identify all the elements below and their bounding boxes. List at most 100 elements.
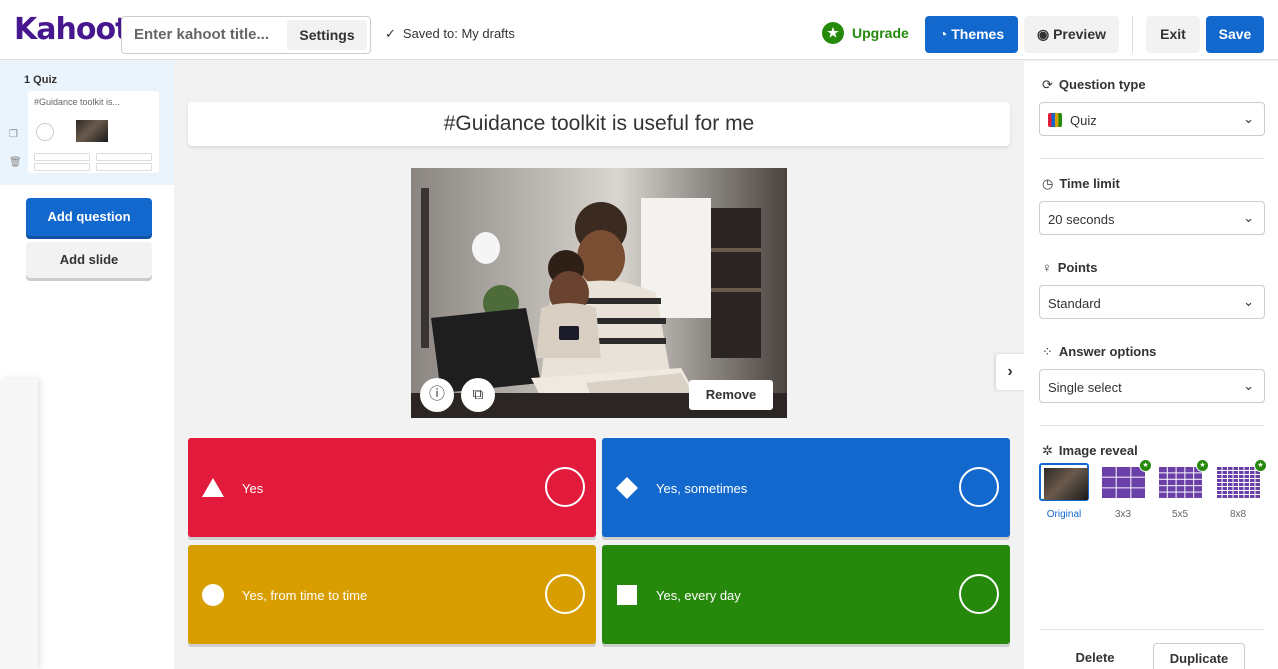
answer-2[interactable]: Yes, sometimes bbox=[602, 438, 1010, 537]
reveal-3x3[interactable]: ★ bbox=[1098, 459, 1152, 501]
points-value: Standard bbox=[1048, 296, 1101, 311]
question-type-icon: ⟳ bbox=[1042, 77, 1053, 92]
time-limit-select[interactable]: 20 seconds ⌄ bbox=[1039, 201, 1265, 235]
question-title-input[interactable]: #Guidance toolkit is useful for me bbox=[188, 102, 1010, 146]
answer-options-value: Single select bbox=[1048, 380, 1122, 395]
time-limit-label: Time limit bbox=[1059, 176, 1120, 191]
themes-button[interactable]: ◔ Themes bbox=[925, 16, 1018, 53]
settings-panel: ⟳ Question type Quiz ⌄ ◷ Time limit 20 sec… bbox=[1024, 61, 1278, 669]
reveal-thumb bbox=[1101, 466, 1145, 498]
header-divider bbox=[1132, 16, 1133, 53]
reveal-original[interactable] bbox=[1039, 463, 1089, 501]
crop-button[interactable]: ⧉ bbox=[461, 378, 495, 412]
circle-icon bbox=[202, 584, 224, 606]
quiz-icon bbox=[1048, 113, 1062, 127]
slide-item-1[interactable]: 1 Quiz ❐ 🗑 #Guidance toolkit is... bbox=[0, 61, 174, 185]
points-heading: ♀ Points bbox=[1042, 260, 1097, 275]
star-icon: ★ bbox=[822, 22, 844, 44]
eye-icon: ◉ bbox=[1036, 26, 1054, 42]
chevron-down-icon: ⌄ bbox=[1243, 210, 1254, 225]
top-bar: Kahoot! Enter kahoot title... Settings ✓… bbox=[0, 0, 1278, 60]
answer-text[interactable]: Yes, from time to time bbox=[242, 588, 367, 603]
answer-text[interactable]: Yes, every day bbox=[656, 588, 741, 603]
square-icon bbox=[617, 585, 637, 605]
thumb-image bbox=[76, 120, 108, 142]
triangle-icon bbox=[202, 478, 224, 497]
thumb-answer bbox=[96, 163, 152, 171]
collapse-panel-button[interactable]: › bbox=[996, 354, 1024, 390]
question-type-select[interactable]: Quiz ⌄ bbox=[1039, 102, 1265, 136]
thumb-title: #Guidance toolkit is... bbox=[34, 97, 121, 107]
answer-text[interactable]: Yes bbox=[242, 481, 263, 496]
thumb-answer bbox=[96, 153, 152, 161]
correct-answer-toggle[interactable] bbox=[545, 574, 585, 614]
answer-3[interactable]: Yes, from time to time bbox=[188, 545, 596, 644]
reveal-label: 3x3 bbox=[1114, 509, 1132, 520]
save-status: ✓ Saved to: My drafts bbox=[385, 26, 515, 42]
duplicate-slide-icon[interactable]: ❐ bbox=[9, 129, 18, 140]
slide-sidebar: 1 Quiz ❐ 🗑 #Guidance toolkit is... Add q… bbox=[0, 61, 174, 669]
title-input[interactable]: Enter kahoot title... bbox=[134, 26, 269, 43]
correct-answer-toggle[interactable] bbox=[545, 467, 585, 507]
check-icon: ✓ bbox=[385, 26, 396, 41]
exit-button[interactable]: Exit bbox=[1146, 16, 1200, 53]
section-divider bbox=[1039, 158, 1265, 159]
time-limit-value: 20 seconds bbox=[1048, 212, 1115, 227]
thumb-answer bbox=[34, 163, 90, 171]
save-status-text: Saved to: My drafts bbox=[402, 26, 515, 41]
dots-grid-icon: ⁘ bbox=[1042, 344, 1053, 359]
question-type-value: Quiz bbox=[1070, 113, 1097, 128]
question-type-heading: ⟳ Question type bbox=[1042, 77, 1146, 93]
chevron-right-icon: › bbox=[1007, 363, 1013, 380]
reveal-label: Original bbox=[1046, 509, 1082, 520]
reveal-thumb bbox=[1216, 466, 1260, 498]
duplicate-button[interactable]: Duplicate bbox=[1153, 643, 1245, 669]
correct-answer-toggle[interactable] bbox=[959, 574, 999, 614]
add-question-button[interactable]: Add question bbox=[26, 198, 152, 236]
palette-icon: ◔ bbox=[938, 26, 952, 42]
time-limit-heading: ◷ Time limit bbox=[1042, 176, 1120, 192]
themes-label: Themes bbox=[951, 26, 1005, 42]
preview-label: Preview bbox=[1053, 26, 1107, 42]
reveal-thumb bbox=[1044, 468, 1088, 500]
crop-icon: ⧉ bbox=[472, 386, 484, 403]
answer-options-select[interactable]: Single select ⌄ bbox=[1039, 369, 1265, 403]
add-slide-button[interactable]: Add slide bbox=[26, 242, 152, 278]
reveal-label: 5x5 bbox=[1171, 509, 1189, 520]
info-icon: ⓘ bbox=[428, 386, 445, 403]
reveal-thumb bbox=[1158, 466, 1202, 498]
reveal-8x8[interactable]: ★ bbox=[1213, 459, 1267, 501]
info-button[interactable]: ⓘ bbox=[420, 378, 454, 412]
image-reveal-heading: ✲ Image reveal bbox=[1042, 443, 1138, 459]
preview-button[interactable]: ◉ Preview bbox=[1024, 16, 1119, 53]
reveal-label: 8x8 bbox=[1229, 509, 1247, 520]
thumb-timer bbox=[36, 123, 54, 141]
upgrade-button[interactable]: ★ Upgrade bbox=[822, 22, 909, 44]
remove-image-button[interactable]: Remove bbox=[689, 380, 773, 410]
premium-lock-icon: ★ bbox=[1254, 459, 1267, 472]
points-label: Points bbox=[1057, 260, 1098, 275]
delete-button[interactable]: Delete bbox=[1064, 643, 1126, 669]
premium-lock-icon: ★ bbox=[1139, 459, 1152, 472]
title-field[interactable]: Enter kahoot title... Settings bbox=[121, 16, 371, 54]
save-button[interactable]: Save bbox=[1206, 16, 1264, 53]
section-divider bbox=[1039, 425, 1265, 426]
correct-answer-toggle[interactable] bbox=[959, 467, 999, 507]
chevron-down-icon: ⌄ bbox=[1243, 111, 1254, 126]
reveal-5x5[interactable]: ★ bbox=[1155, 459, 1209, 501]
slide-thumbnail[interactable]: #Guidance toolkit is... bbox=[28, 91, 159, 173]
answer-text[interactable]: Yes, sometimes bbox=[656, 481, 747, 496]
answer-4[interactable]: Yes, every day bbox=[602, 545, 1010, 644]
sidebar-panel-shadow bbox=[0, 379, 38, 669]
question-image[interactable]: ⓘ ⧉ Remove bbox=[411, 168, 787, 418]
clock-icon: ◷ bbox=[1042, 176, 1054, 191]
chevron-down-icon: ⌄ bbox=[1243, 378, 1254, 393]
image-reveal-label: Image reveal bbox=[1058, 443, 1138, 458]
answer-1[interactable]: Yes bbox=[188, 438, 596, 537]
points-select[interactable]: Standard ⌄ bbox=[1039, 285, 1265, 319]
trash-icon[interactable]: 🗑 bbox=[9, 157, 22, 168]
question-type-label: Question type bbox=[1058, 77, 1146, 92]
settings-button[interactable]: Settings bbox=[287, 20, 367, 50]
slide-label: 1 Quiz bbox=[24, 74, 58, 86]
sparkle-icon: ✲ bbox=[1042, 443, 1053, 458]
